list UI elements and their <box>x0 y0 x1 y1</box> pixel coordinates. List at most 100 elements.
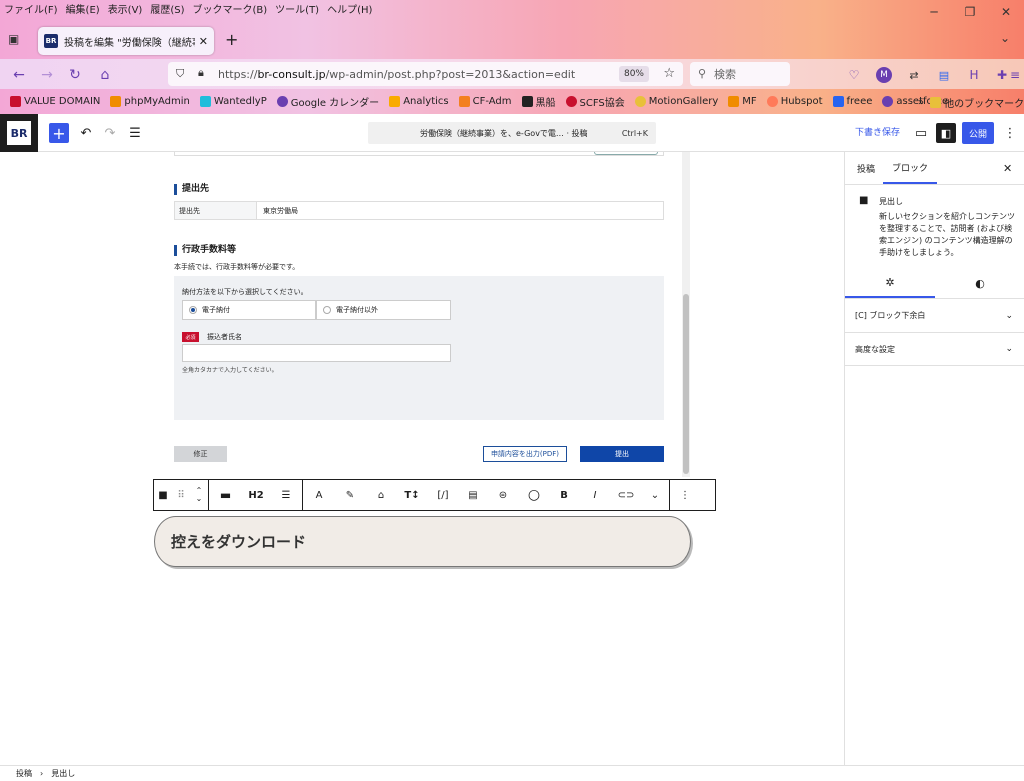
payer-hint: 全角カタカナで入力してください。 <box>182 367 278 374</box>
menu-bookmarks[interactable]: ブックマーク(B) <box>189 1 272 16</box>
menu-view[interactable]: 表示(V) <box>104 1 147 16</box>
selected-heading-block[interactable]: 控えをダウンロード <box>154 516 691 567</box>
publish-button[interactable]: 公開 <box>962 122 994 144</box>
bookmark-item[interactable]: SCFS協会 <box>565 94 625 109</box>
bookmark-item[interactable]: CF-Adm <box>458 95 512 107</box>
text-align-icon[interactable]: ☰ <box>270 480 302 510</box>
breadcrumb-item[interactable]: 投稿 <box>16 768 32 779</box>
bookmark-item[interactable]: MotionGallery <box>634 95 718 107</box>
bold-button[interactable]: B <box>549 480 579 510</box>
panel-block-margin[interactable]: [C] ブロック下余白 ⌄ <box>845 298 1024 332</box>
back-button[interactable]: ← <box>8 64 30 86</box>
menu-icon[interactable]: ≡ <box>1004 64 1024 86</box>
minimize-button[interactable]: ─ <box>916 0 952 24</box>
profile-button[interactable]: M <box>873 64 895 86</box>
italic-button[interactable]: I <box>579 480 611 510</box>
settings-toggle-icon[interactable]: ◧ <box>936 123 956 143</box>
options-icon[interactable]: ⋮ <box>1000 123 1020 143</box>
block-toolbar: ■ ⠿ ⌃ ⌄ ▬ H2 ☰ A ✎ ⌂ T↕ [/] ▤ ⊜ ○ B I ⊂⊃ … <box>153 479 716 511</box>
bookmark-item[interactable]: freee <box>832 95 872 107</box>
code-button[interactable]: [/] <box>427 480 459 510</box>
other-bookmarks[interactable]: » 他のブックマーク <box>918 95 1024 110</box>
panel-advanced[interactable]: 高度な設定 ⌄ <box>845 332 1024 366</box>
pocket-icon[interactable]: ♡ <box>843 64 865 86</box>
heading-text[interactable]: 控えをダウンロード <box>171 531 306 552</box>
document-icon[interactable]: ▤ <box>459 480 487 510</box>
menu-edit[interactable]: 編集(E) <box>62 1 104 16</box>
block-align-icon[interactable]: ▬ <box>209 480 242 510</box>
payer-name-field[interactable] <box>182 344 451 362</box>
breadcrumb-item[interactable]: 見出し <box>51 768 75 779</box>
styles-contrast-icon[interactable]: ◐ <box>935 268 1024 298</box>
search-input[interactable]: ⚲ 検索 <box>690 62 790 86</box>
bookmark-star-icon[interactable]: ☆ <box>663 66 675 81</box>
submit-button[interactable]: 提出 <box>580 446 664 462</box>
block-options-icon[interactable]: ⋮ <box>670 480 700 510</box>
shield-icon[interactable]: ⛉ <box>176 67 184 81</box>
zoom-indicator[interactable]: 80% <box>618 66 649 82</box>
bookmark-item[interactable]: phpMyAdmin <box>110 95 190 107</box>
bookmark-item[interactable]: 黒船 <box>521 94 556 109</box>
home-button[interactable]: ⌂ <box>94 64 116 86</box>
document-overview-icon[interactable]: ☰ <box>125 123 145 143</box>
highlight-icon[interactable]: ✎ <box>335 480 365 510</box>
font-size-icon[interactable]: T↕ <box>397 480 427 510</box>
chevron-down-icon[interactable]: ⌄ <box>641 480 669 510</box>
table-value: 東京労働局 <box>263 206 298 215</box>
tab-post[interactable]: 投稿 <box>857 152 875 184</box>
redo-icon[interactable]: ↷ <box>100 123 120 143</box>
bookmark-item[interactable]: MF <box>728 95 757 107</box>
required-badge: 必須 <box>182 332 199 342</box>
undo-icon[interactable]: ↶ <box>76 123 96 143</box>
save-draft-button[interactable]: 下書き保存 <box>855 125 900 138</box>
bookmark-item[interactable]: Google カレンダー <box>276 94 379 109</box>
bookmark-item[interactable]: WantedlyP <box>199 95 267 107</box>
address-bar[interactable]: ⛉ 🔒︎ https://br-consult.jp/wp-admin/post… <box>168 62 683 86</box>
tab-active[interactable]: BR 投稿を編集 "労働保険（継続事業 ✕ <box>38 27 214 55</box>
add-block-button[interactable]: + <box>49 123 69 143</box>
menu-tools[interactable]: ツール(T) <box>271 1 323 16</box>
bookmark-item[interactable]: Analytics <box>389 95 449 107</box>
menu-history[interactable]: 履歴(S) <box>146 1 188 16</box>
drag-handle-icon[interactable]: ⠿ <box>172 480 190 510</box>
extension-icon[interactable]: ▤ <box>933 64 955 86</box>
circle-icon[interactable]: ○ <box>519 480 549 510</box>
link-icon[interactable]: ⊂⊃ <box>611 480 641 510</box>
translate-icon[interactable]: ⇄ <box>903 64 925 86</box>
settings-gear-icon[interactable]: ✲ <box>845 268 935 298</box>
scrollbar-thumb[interactable] <box>683 294 689 474</box>
menu-help[interactable]: ヘルプ(H) <box>323 1 376 16</box>
edit-button[interactable]: 修正 <box>174 446 227 462</box>
close-window-button[interactable]: ✕ <box>988 0 1024 24</box>
restore-button[interactable]: ❐ <box>952 0 988 24</box>
radio-electronic[interactable]: 電子納付 <box>182 300 316 320</box>
move-up-down-icon[interactable]: ⌃ ⌄ <box>190 480 208 510</box>
coin-icon[interactable]: ⊜ <box>487 480 519 510</box>
bookmarks-toolbar: VALUE DOMAIN phpMyAdmin WantedlyP Google… <box>0 90 1024 112</box>
payment-prompt: 納付方法を以下から選択してください。 <box>182 288 308 296</box>
section-heading-fees: 行政手数料等 <box>174 245 236 256</box>
new-tab-button[interactable]: + <box>225 30 238 49</box>
h2-extension-icon[interactable]: H <box>963 64 985 86</box>
heading-block-icon: ■ <box>859 195 869 206</box>
bookmark-icon[interactable]: ■ <box>154 480 172 510</box>
forward-button[interactable]: → <box>36 64 58 86</box>
list-tabs-icon[interactable]: ⌄ <box>1000 31 1010 45</box>
tag-icon[interactable]: ⌂ <box>365 480 397 510</box>
tab-close-icon[interactable]: ✕ <box>199 35 208 48</box>
tab-block[interactable]: ブロック <box>883 152 937 184</box>
heading-level-button[interactable]: H2 <box>242 480 270 510</box>
menu-file[interactable]: ファイル(F) <box>0 1 62 16</box>
radio-non-electronic[interactable]: 電子納付以外 <box>316 300 451 320</box>
pdf-export-button[interactable]: 申請内容を出力(PDF) <box>483 446 567 462</box>
lock-icon[interactable]: 🔒︎ <box>198 66 204 80</box>
site-logo[interactable]: BR <box>0 114 38 152</box>
reload-button[interactable]: ↻ <box>64 64 86 86</box>
command-palette[interactable]: 労働保険（継続事業）を、e-Govで電… · 投稿 Ctrl+K <box>368 122 656 144</box>
text-color-icon[interactable]: A <box>303 480 335 510</box>
close-sidebar-icon[interactable]: ✕ <box>1003 152 1012 184</box>
tab-overview-icon[interactable]: ▣ <box>8 32 19 46</box>
bookmark-item[interactable]: VALUE DOMAIN <box>10 95 100 107</box>
preview-icon[interactable]: ▭ <box>911 123 931 143</box>
bookmark-item[interactable]: Hubspot <box>766 95 823 107</box>
